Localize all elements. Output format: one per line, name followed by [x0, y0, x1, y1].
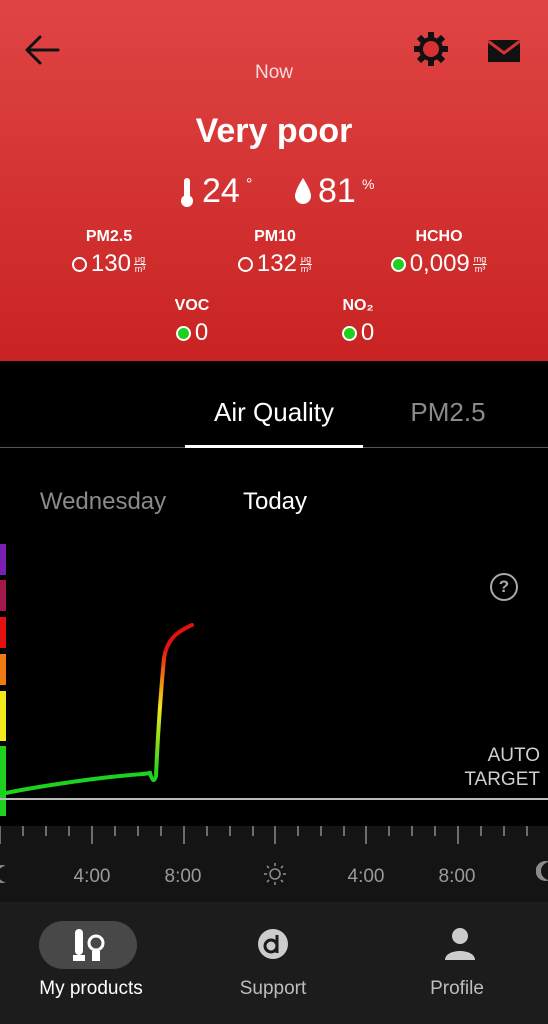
sun-icon	[264, 863, 286, 885]
thermometer-icon	[181, 178, 193, 207]
metric-label: HCHO	[415, 228, 463, 245]
air-quality-line-low	[4, 770, 158, 795]
timeline-label: 8:00	[164, 866, 202, 887]
metric-unit: mg m³	[472, 253, 488, 274]
nav-label: Support	[239, 978, 307, 999]
day-selector: Wednesday Today	[0, 488, 548, 522]
auto-target-label: AUTO TARGET	[464, 745, 540, 790]
nav-my-products[interactable]: My products	[0, 902, 182, 1024]
timeline-ticks	[0, 826, 528, 844]
chart-tabs: Air Quality PM2.5	[0, 361, 548, 449]
metric-value: 0	[360, 319, 375, 346]
day-wednesday[interactable]: Wednesday	[18, 488, 188, 516]
metric-label: VOC	[174, 297, 210, 314]
metric-value: 132	[256, 250, 297, 277]
nav-profile[interactable]: Profile	[366, 902, 548, 1024]
metric-unit: μg m³	[299, 253, 313, 274]
metric-unit: μg m³	[133, 253, 147, 274]
nav-label: Profile	[430, 978, 484, 999]
auto-target-line	[0, 798, 548, 800]
moon-icon	[0, 865, 6, 883]
temperature-unit: °	[246, 176, 253, 193]
metric-label: NO₂	[342, 297, 374, 314]
tab-pm25[interactable]: PM2.5	[380, 397, 516, 428]
active-tab-indicator	[185, 445, 363, 448]
time-label: Now	[254, 62, 293, 83]
metric-value: 0,009	[409, 250, 470, 277]
metric-pm25: PM2.5 130 μg m³	[54, 228, 164, 288]
metric-voc: VOC 0	[152, 297, 232, 357]
climate-readings: 24 ° 81 %	[0, 170, 548, 214]
air-quality-header: Now Very poor 24 ° 81 % PM2.5 130 μg m³ …	[0, 0, 548, 361]
support-icon	[258, 929, 288, 959]
timeline-label: 8:00	[438, 866, 476, 887]
humidity-unit: %	[362, 176, 375, 192]
tab-air-quality[interactable]: Air Quality	[185, 397, 363, 428]
status-dot	[390, 256, 406, 272]
timeline-scrubber[interactable]: 4:00 8:00 4:00 8:00	[0, 826, 548, 902]
metric-value: 130	[90, 250, 131, 277]
metric-label: PM2.5	[85, 228, 133, 245]
nav-label: My products	[39, 978, 143, 999]
humidity-drop-icon	[295, 178, 311, 204]
timeline-label: 4:00	[73, 866, 111, 887]
products-icon	[73, 929, 105, 961]
metric-pm10: PM10 132 μg m³	[220, 228, 330, 288]
air-quality-status: Very poor	[195, 112, 353, 150]
day-today[interactable]: Today	[200, 488, 350, 516]
metric-no2: NO₂ 0	[318, 297, 398, 357]
status-dot	[71, 256, 87, 272]
status-dot	[237, 256, 253, 272]
metric-label: PM10	[254, 228, 296, 245]
timeline-label: 4:00	[347, 866, 385, 887]
metric-value: 0	[194, 319, 209, 346]
bottom-navigation: My products Support Profile	[0, 902, 548, 1024]
profile-icon	[445, 928, 475, 960]
status-dot	[341, 325, 357, 341]
moon-icon	[536, 861, 548, 881]
air-quality-line-rise	[154, 623, 194, 778]
humidity-value: 81	[318, 172, 356, 210]
nav-support[interactable]: Support	[182, 902, 364, 1024]
metric-hcho: HCHO 0,009 mg m³	[374, 228, 504, 288]
status-dot	[175, 325, 191, 341]
temperature-value: 24	[202, 172, 240, 210]
